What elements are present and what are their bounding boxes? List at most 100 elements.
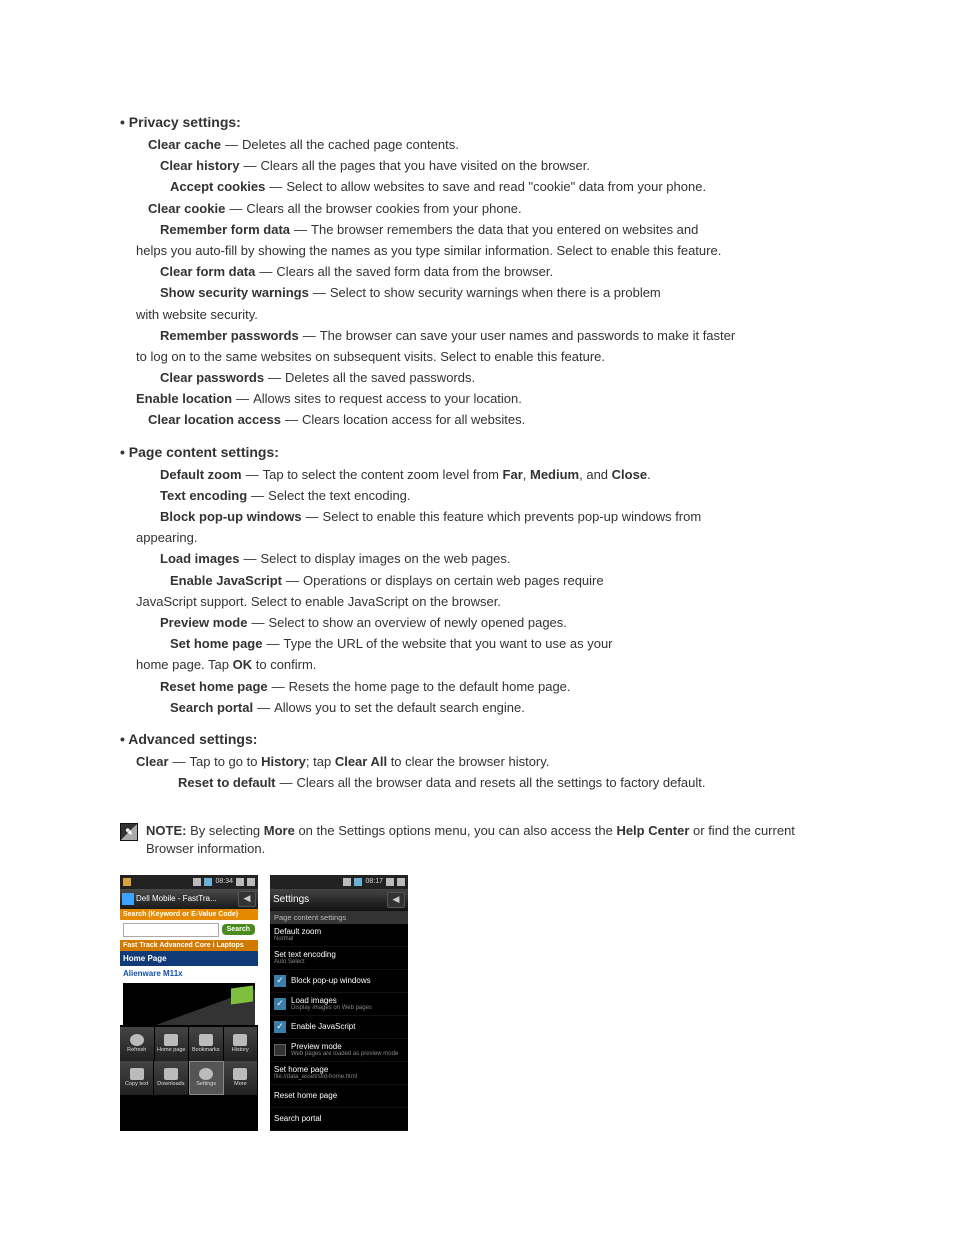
home-icon <box>164 1034 178 1046</box>
menu-copytext[interactable]: Copy text <box>120 1061 154 1095</box>
menu-downloads[interactable]: Downloads <box>154 1061 188 1095</box>
setting-title: Load images <box>291 996 372 1005</box>
section-privacy-title: • Privacy settings: <box>120 114 834 130</box>
menu-refresh[interactable]: Refresh <box>120 1027 155 1061</box>
setting-row[interactable]: Reset home page <box>270 1085 408 1108</box>
list-item-cont: appearing. <box>136 529 834 547</box>
back-button[interactable]: ◀ <box>387 892 405 908</box>
setting-row[interactable]: Search portal <box>270 1108 408 1131</box>
setting-title: Preview mode <box>291 1042 398 1051</box>
notification-icon <box>123 878 131 886</box>
back-button[interactable]: ◀ <box>238 891 256 907</box>
section-advanced-title: • Advanced settings: <box>120 731 834 747</box>
setting-title: Reset home page <box>274 1091 337 1100</box>
list-item: Clear cookie—Clears all the browser cook… <box>148 200 834 218</box>
status-bar: 08:34 <box>120 875 258 889</box>
setting-row[interactable]: Preview modeWeb pages are loaded as prev… <box>270 1039 408 1062</box>
menu-row-2: Copy text Downloads Settings More <box>120 1061 258 1095</box>
screenshots-row: 08:34 Dell Mobile - FastTra... ◀ Search … <box>120 875 834 1131</box>
checkbox-icon[interactable]: ✓ <box>274 1021 286 1033</box>
setting-row[interactable]: ✓ Block pop-up windows <box>270 970 408 993</box>
list-item: Clear passwords—Deletes all the saved pa… <box>160 369 834 387</box>
menu-homepage[interactable]: Home page <box>155 1027 190 1061</box>
product-link[interactable]: Alienware M11x <box>120 966 258 981</box>
list-item: Enable JavaScript—Operations or displays… <box>170 572 834 590</box>
note-icon: ✎ <box>120 823 138 841</box>
setting-title: Block pop-up windows <box>291 976 371 985</box>
favicon-icon <box>122 893 134 905</box>
setting-row[interactable]: ✓ Enable JavaScript <box>270 1016 408 1039</box>
setting-row[interactable]: Set text encodingAuto Select <box>270 947 408 970</box>
category-header: Fast Track Advanced Core i Laptops <box>120 940 258 951</box>
signal-icon <box>247 878 255 886</box>
list-item: Remember passwords—The browser can save … <box>160 327 834 345</box>
setting-title: Set text encoding <box>274 950 336 959</box>
search-button[interactable]: Search <box>222 924 255 935</box>
setting-title: Default zoom <box>274 927 321 936</box>
list-item: Clear history—Clears all the pages that … <box>160 157 834 175</box>
menu-settings[interactable]: Settings <box>189 1061 224 1095</box>
status-time: 08:34 <box>215 878 233 885</box>
list-item: Text encoding—Select the text encoding. <box>160 487 834 505</box>
list-item: Accept cookies—Select to allow websites … <box>170 178 834 196</box>
signal-icon <box>397 878 405 886</box>
list-item-cont: with website security. <box>136 306 834 324</box>
list-item: Reset to default—Clears all the browser … <box>178 774 834 792</box>
battery-icon <box>386 878 394 886</box>
address-bar[interactable]: Dell Mobile - FastTra... ◀ <box>120 889 258 909</box>
fasttrack-badge-icon <box>231 985 253 1004</box>
status-bar: 08:17 <box>270 875 408 889</box>
setting-subtitle: Display images on Web pages <box>291 1005 372 1011</box>
setting-subtitle: Auto Select <box>274 959 336 965</box>
product-image <box>123 983 255 1025</box>
more-icon <box>233 1068 247 1080</box>
list-item: Set home page—Type the URL of the websit… <box>170 635 834 653</box>
setting-row[interactable]: ✓ Load imagesDisplay images on Web pages <box>270 993 408 1016</box>
note-row: ✎ NOTE: By selecting More on the Setting… <box>120 822 834 858</box>
list-item: Clear form data—Clears all the saved for… <box>160 263 834 281</box>
list-item-cont: helps you auto-fill by showing the names… <box>136 242 834 260</box>
menu-row-1: Refresh Home page Bookmarks History <box>120 1027 258 1061</box>
list-item: Load images—Select to display images on … <box>160 550 834 568</box>
wifi-icon <box>204 878 212 886</box>
list-item: Remember form data—The browser remembers… <box>160 221 834 239</box>
list-item: Default zoom—Tap to select the content z… <box>160 466 834 484</box>
setting-title: Enable JavaScript <box>291 1022 355 1031</box>
setting-title: Search portal <box>274 1114 322 1123</box>
network-icon <box>343 878 351 886</box>
list-item-cont: JavaScript support. Select to enable Jav… <box>136 593 834 611</box>
search-label: Search (Keyword or E-Value Code) <box>120 909 258 920</box>
menu-history[interactable]: History <box>224 1027 259 1061</box>
network-icon <box>193 878 201 886</box>
document-page: • Privacy settings: Clear cache—Deletes … <box>0 0 954 1191</box>
refresh-icon <box>130 1034 144 1046</box>
settings-title: Settings <box>273 894 309 905</box>
gear-icon <box>199 1068 213 1080</box>
checkbox-icon[interactable]: ✓ <box>274 998 286 1010</box>
settings-list: Default zoomNormalSet text encodingAuto … <box>270 924 408 1131</box>
setting-row[interactable]: Set home pagefile://data_asset/stid-home… <box>270 1062 408 1085</box>
menu-more[interactable]: More <box>224 1061 258 1095</box>
menu-bookmarks[interactable]: Bookmarks <box>189 1027 224 1061</box>
list-item: Clear location access—Clears location ac… <box>148 411 834 429</box>
checkbox-icon[interactable]: ✓ <box>274 975 286 987</box>
setting-row[interactable]: Default zoomNormal <box>270 924 408 947</box>
download-icon <box>164 1068 178 1080</box>
list-item: Preview mode—Select to show an overview … <box>160 614 834 632</box>
page-title: Dell Mobile - FastTra... <box>136 894 236 903</box>
list-item: Enable location—Allows sites to request … <box>136 390 834 408</box>
setting-subtitle: file://data_asset/stid-home.html <box>274 1074 357 1080</box>
copy-icon <box>130 1068 144 1080</box>
settings-section-header: Page content settings <box>270 911 408 924</box>
setting-subtitle: Web pages are loaded as preview mode <box>291 1051 398 1057</box>
phone-settings: 08:17 Settings ◀ Page content settings D… <box>270 875 408 1131</box>
bookmark-icon <box>199 1034 213 1046</box>
homepage-link[interactable]: Home Page <box>120 951 258 966</box>
checkbox-icon[interactable] <box>274 1044 286 1056</box>
list-item: Block pop-up windows—Select to enable th… <box>160 508 834 526</box>
list-item-cont: to log on to the same websites on subseq… <box>136 348 834 366</box>
search-input[interactable] <box>123 923 219 937</box>
note-text: NOTE: By selecting More on the Settings … <box>146 822 834 858</box>
web-content: Search (Keyword or E-Value Code) Search … <box>120 909 258 1025</box>
status-time: 08:17 <box>365 878 383 885</box>
